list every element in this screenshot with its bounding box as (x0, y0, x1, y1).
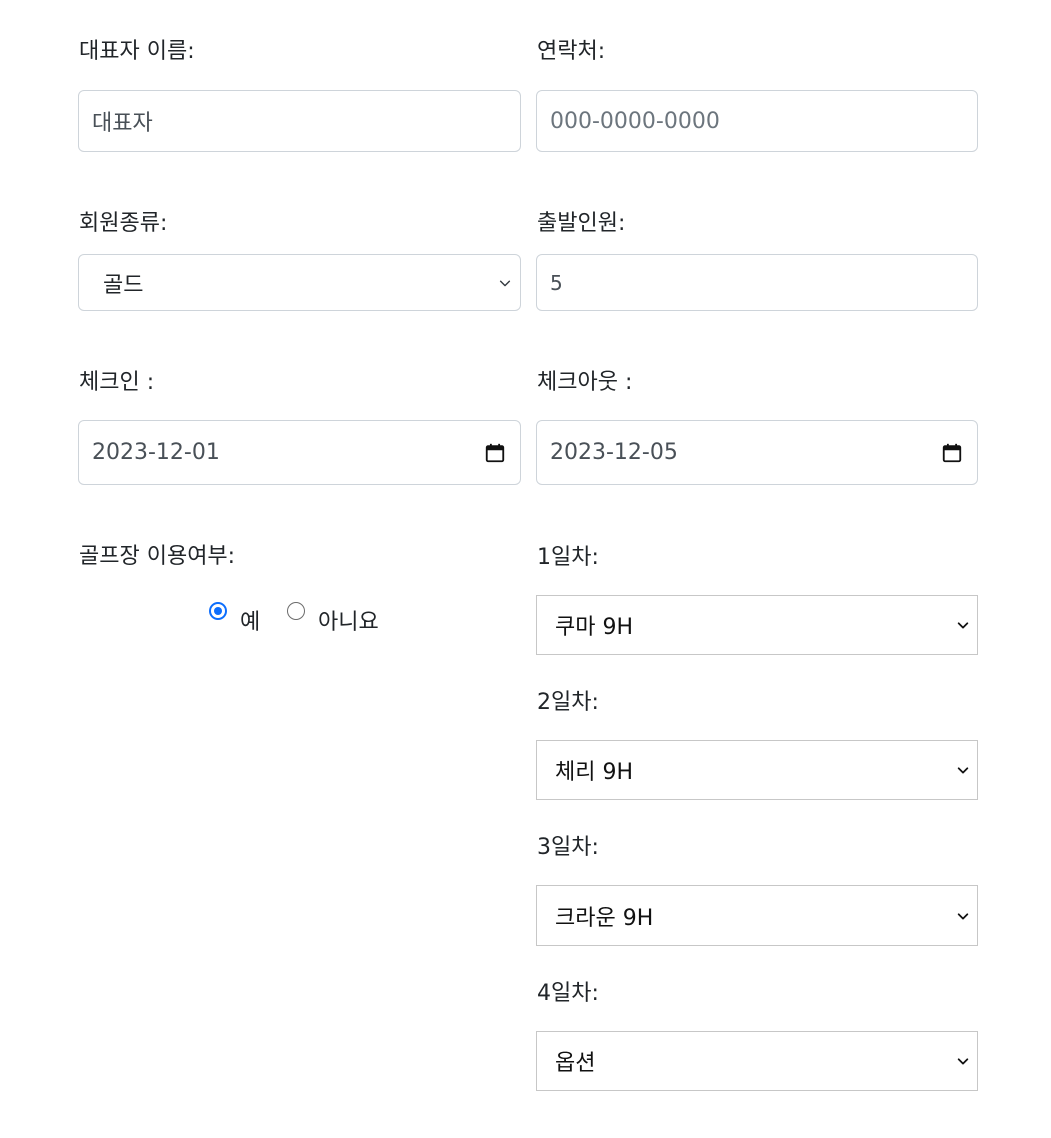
day3-selected-value: 크라운 9H (555, 905, 654, 931)
day3-label: 3일차: (537, 835, 599, 860)
day2-label: 2일차: (537, 690, 599, 715)
checkin-label: 체크인 : (79, 370, 155, 395)
golf-usage-no-radio[interactable] (287, 602, 305, 620)
departure-count-value: 5 (550, 270, 563, 295)
chevron-down-icon (957, 767, 969, 774)
golf-usage-yes-radio[interactable] (209, 602, 227, 620)
membership-select[interactable]: 골드 (78, 254, 521, 311)
day2-course-select[interactable]: 체리 9H (536, 740, 978, 800)
contact-placeholder: 000-0000-0000 (550, 108, 720, 134)
contact-input[interactable]: 000-0000-0000 (536, 90, 978, 152)
membership-label: 회원종류: (79, 211, 168, 236)
checkout-label: 체크아웃 : (537, 370, 633, 395)
day3-course-select[interactable]: 크라운 9H (536, 885, 978, 946)
membership-selected-value: 골드 (103, 272, 144, 298)
day2-selected-value: 체리 9H (555, 760, 634, 785)
chevron-down-icon (957, 622, 969, 629)
day4-course-select[interactable]: 옵션 (536, 1031, 978, 1091)
day1-selected-value: 쿠마 9H (555, 615, 634, 640)
day4-label: 4일차: (537, 981, 599, 1006)
representative-label: 대표자 이름: (79, 39, 195, 64)
golf-usage-no-label[interactable]: 아니요 (318, 604, 379, 636)
chevron-down-icon (499, 280, 511, 286)
checkout-date-input[interactable]: 2023-12-05 (536, 420, 978, 485)
representative-name-input[interactable]: 대표자 (78, 90, 521, 152)
checkout-date-value: 2023-12-05 (550, 440, 678, 465)
chevron-down-icon (957, 1058, 969, 1065)
golf-usage-label: 골프장 이용여부: (79, 544, 236, 569)
day1-label: 1일차: (537, 545, 599, 570)
checkin-date-value: 2023-12-01 (92, 440, 220, 465)
calendar-icon[interactable] (484, 442, 506, 464)
day4-selected-value: 옵션 (555, 1051, 596, 1076)
departure-count-input[interactable]: 5 (536, 254, 978, 311)
contact-label: 연락처: (537, 39, 606, 64)
golf-usage-yes-label[interactable]: 예 (240, 604, 260, 636)
departure-count-label: 출발인원: (537, 211, 626, 236)
chevron-down-icon (957, 912, 969, 919)
calendar-icon[interactable] (941, 442, 963, 464)
checkin-date-input[interactable]: 2023-12-01 (78, 420, 521, 485)
day1-course-select[interactable]: 쿠마 9H (536, 595, 978, 655)
representative-name-value: 대표자 (92, 111, 153, 136)
